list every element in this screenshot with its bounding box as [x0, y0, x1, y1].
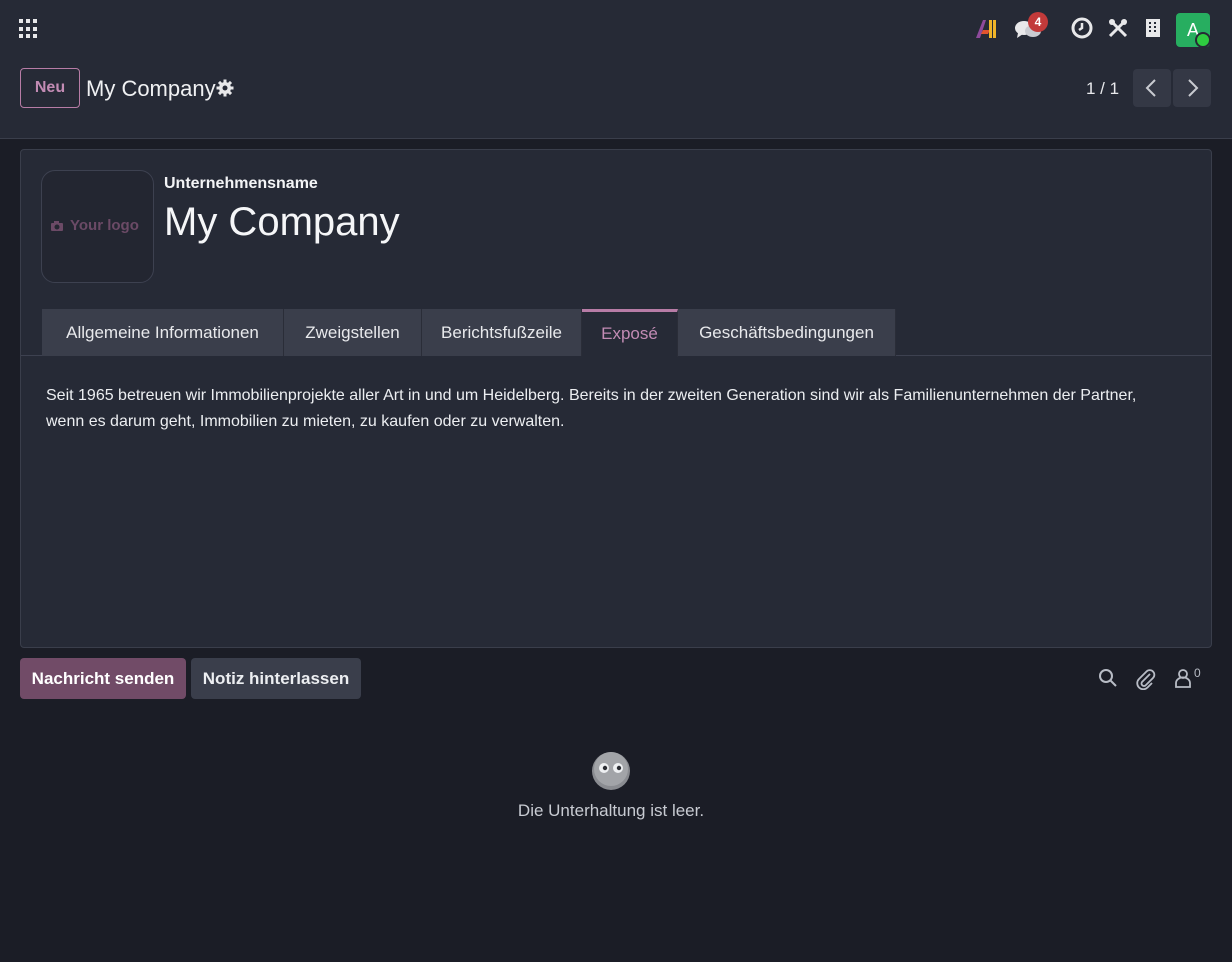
company-switcher-icon[interactable]	[1142, 14, 1164, 42]
empty-conversation-face-icon	[592, 752, 630, 790]
pager-value[interactable]: 1 / 1	[1086, 79, 1119, 99]
new-button[interactable]: Neu	[20, 68, 80, 108]
camera-icon	[51, 221, 63, 231]
breadcrumb-title: My Company	[86, 76, 216, 101]
messages-badge: 4	[1028, 12, 1048, 32]
debug-tools-icon[interactable]	[1106, 14, 1130, 42]
apps-menu-icon[interactable]	[18, 18, 40, 40]
send-message-button[interactable]: Nachricht senden	[20, 658, 186, 699]
form-tabs: Allgemeine Informationen Zweigstellen Be…	[21, 309, 1211, 357]
tab-terms[interactable]: Geschäftsbedingungen	[678, 309, 896, 356]
tab-report-footer[interactable]: Berichtsfußzeile	[422, 309, 582, 356]
chevron-right-icon	[1188, 79, 1199, 97]
gear-icon[interactable]	[216, 79, 234, 97]
logo-placeholder-text: Your logo	[70, 217, 139, 234]
top-navbar: 4 A	[0, 0, 1232, 56]
tab-general-information[interactable]: Allgemeine Informationen	[42, 309, 284, 356]
form-sheet: Your logo Unternehmensname My Company Al…	[20, 149, 1212, 648]
pager-previous-button[interactable]	[1133, 69, 1171, 107]
log-note-button[interactable]: Notiz hinterlassen	[191, 658, 361, 699]
control-panel: Neu My Company 1 / 1	[0, 56, 1232, 139]
company-name-field[interactable]: My Company	[164, 200, 400, 245]
follower-count: 0	[1194, 666, 1201, 680]
tab-expose[interactable]: Exposé	[582, 309, 678, 357]
company-name-label: Unternehmensname	[164, 175, 318, 192]
messaging-icon[interactable]: 4	[1014, 12, 1048, 42]
online-status-indicator	[1195, 32, 1211, 48]
tab-branches[interactable]: Zweigstellen	[284, 309, 422, 356]
user-avatar[interactable]: A	[1176, 13, 1211, 48]
logo-upload[interactable]: Your logo	[41, 170, 154, 283]
paperclip-icon[interactable]	[1135, 668, 1157, 690]
followers-icon[interactable]	[1174, 668, 1192, 688]
empty-conversation-text: Die Unterhaltung ist leer.	[517, 801, 705, 820]
ai-assistant-icon[interactable]	[974, 14, 1000, 42]
search-icon[interactable]	[1098, 668, 1118, 688]
chevron-left-icon	[1145, 79, 1156, 97]
logo-placeholder: Your logo	[50, 217, 150, 234]
pager-next-button[interactable]	[1173, 69, 1211, 107]
expose-text[interactable]: Seit 1965 betreuen wir Immobilienprojekt…	[46, 383, 1156, 435]
activity-clock-icon[interactable]	[1070, 14, 1094, 42]
